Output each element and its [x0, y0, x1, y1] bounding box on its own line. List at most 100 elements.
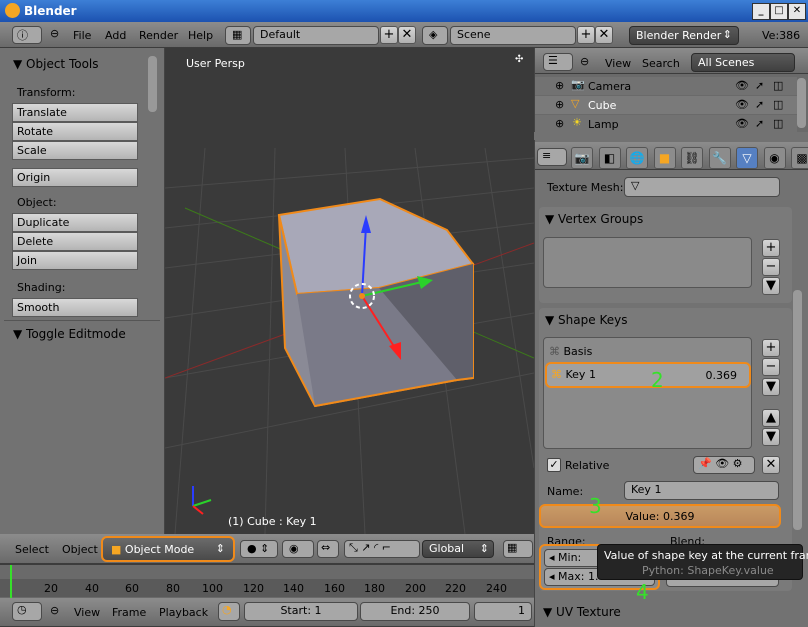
minimize-button[interactable]: _: [752, 3, 770, 20]
value-slider[interactable]: Value: 0.369 3: [539, 494, 781, 528]
layout-add-button[interactable]: +: [380, 26, 398, 44]
menu-file[interactable]: File: [73, 29, 91, 42]
viewport-options-icon[interactable]: ✣: [515, 54, 523, 65]
timeline-menu-view[interactable]: View: [74, 606, 100, 619]
menu-help[interactable]: Help: [188, 29, 213, 42]
scene-icon[interactable]: ◈: [422, 26, 448, 45]
menu-render[interactable]: Render: [139, 29, 178, 42]
shape-key-menu-button[interactable]: ▼: [762, 378, 780, 396]
select-icon[interactable]: ➚: [755, 117, 764, 130]
outliner-row-camera[interactable]: ⊕ 📷 Camera 👁 ➚ ◫: [535, 77, 797, 95]
outliner-collapse-icon[interactable]: ⊖: [580, 55, 589, 68]
pivot-select[interactable]: ◉: [282, 540, 314, 558]
shape-key-row-selected[interactable]: ⌘ Key 1 0.369 2: [545, 362, 751, 392]
outliner-editor-icon[interactable]: ☰: [543, 53, 573, 71]
material-tab-icon[interactable]: ◉: [763, 147, 786, 169]
modifiers-tab-icon[interactable]: 🔧: [708, 147, 731, 169]
delete-button[interactable]: Delete: [12, 232, 138, 251]
layout-field[interactable]: Default: [253, 26, 379, 45]
translate-button[interactable]: Translate: [12, 103, 138, 122]
current-frame-field[interactable]: 1: [474, 602, 532, 621]
editor-type-icon[interactable]: ⓘ: [12, 26, 42, 44]
shelf-scrollbar[interactable]: [148, 56, 157, 112]
shape-key-add-button[interactable]: +: [762, 339, 780, 357]
close-button[interactable]: ✕: [788, 3, 806, 20]
timeline-menu-playback[interactable]: Playback: [159, 606, 208, 619]
layout-remove-button[interactable]: ✕: [398, 26, 416, 44]
expand-icon[interactable]: ⊕: [555, 79, 564, 92]
vertex-group-add-button[interactable]: +: [762, 239, 780, 257]
texture-tab-icon[interactable]: ▩: [791, 147, 808, 169]
properties-editor-icon[interactable]: ≡: [537, 148, 567, 166]
object-mode-select[interactable]: ■ Object Mode ⇕: [101, 536, 235, 562]
vertex-group-remove-button[interactable]: −: [762, 258, 780, 276]
timeline-collapse-icon[interactable]: ⊖: [50, 604, 59, 617]
viewport-3d[interactable]: User Persp ✣ (1) Cube : Key 1 1: [165, 48, 534, 534]
scene-add-button[interactable]: +: [577, 26, 595, 44]
shape-key-move-up-button[interactable]: ▲: [762, 409, 780, 427]
expand-icon[interactable]: ⊕: [555, 98, 564, 111]
texture-mesh-field[interactable]: ▽: [624, 177, 780, 197]
select-icon[interactable]: ➚: [755, 98, 764, 111]
scene-remove-button[interactable]: ✕: [595, 26, 613, 44]
uv-texture-header[interactable]: ▼ UV Texture: [543, 605, 621, 619]
shape-key-remove-button[interactable]: −: [762, 358, 780, 376]
timeline-menu-frame[interactable]: Frame: [112, 606, 146, 619]
relative-checkbox[interactable]: ✓: [547, 458, 561, 472]
end-frame-field[interactable]: End: 250: [360, 602, 470, 621]
world-tab-icon[interactable]: 🌐: [626, 147, 648, 169]
outliner-menu-view[interactable]: View: [605, 57, 631, 70]
render-icon[interactable]: ◫: [773, 117, 783, 130]
menu-add[interactable]: Add: [105, 29, 126, 42]
object-tab-icon[interactable]: ■: [653, 147, 676, 169]
visibility-icon[interactable]: 👁: [735, 117, 749, 130]
visibility-icon[interactable]: 👁: [735, 79, 749, 92]
shape-key-clear-button[interactable]: ✕: [762, 456, 780, 474]
shape-keys-header[interactable]: ▼ Shape Keys: [545, 313, 627, 327]
render-icon[interactable]: ◫: [773, 98, 783, 111]
visibility-icon[interactable]: 👁: [735, 98, 749, 111]
start-frame-field[interactable]: Start: 1: [244, 602, 358, 621]
select-icon[interactable]: ➚: [755, 79, 764, 92]
render-tab-icon[interactable]: 📷: [571, 147, 593, 169]
menu-select[interactable]: Select: [15, 543, 49, 556]
constraints-tab-icon[interactable]: ⛓: [681, 147, 703, 169]
preview-range-toggle[interactable]: ◔: [218, 602, 240, 621]
vertex-groups-header[interactable]: ▼ Vertex Groups: [545, 212, 643, 226]
outliner-menu-search[interactable]: Search: [642, 57, 680, 70]
layout-icon[interactable]: ▦: [225, 26, 251, 45]
toggle-editmode-header[interactable]: ▼ Toggle Editmode: [13, 327, 126, 341]
shading-select[interactable]: ● ⇕: [240, 540, 278, 558]
object-tools-header[interactable]: ▼ Object Tools: [13, 57, 99, 71]
current-frame-marker[interactable]: [10, 565, 12, 599]
shape-key-row[interactable]: ⌘ Basis: [549, 345, 749, 363]
timeline-editor-icon[interactable]: ◷: [12, 602, 42, 621]
name-field[interactable]: Key 1: [624, 481, 779, 500]
maximize-button[interactable]: □: [770, 3, 788, 20]
transform-icons[interactable]: ⤡ ↗ ◜ ⌐: [344, 540, 420, 558]
shape-key-move-down-button[interactable]: ▼: [762, 428, 780, 446]
orientation-select[interactable]: Global ⇕: [422, 540, 494, 558]
vertex-group-menu-button[interactable]: ▼: [762, 277, 780, 295]
scale-button[interactable]: Scale: [12, 141, 138, 160]
duplicate-button[interactable]: Duplicate: [12, 213, 138, 232]
smooth-button[interactable]: Smooth: [12, 298, 138, 317]
scene-field[interactable]: Scene: [450, 26, 576, 45]
outliner-scene-select[interactable]: All Scenes: [691, 53, 795, 72]
outliner-row-cube[interactable]: ⊕ ▽ Cube 👁 ➚ ◫: [535, 96, 797, 114]
data-tab-icon[interactable]: ▽: [736, 147, 758, 169]
join-button[interactable]: Join: [12, 251, 138, 270]
origin-button[interactable]: Origin: [12, 168, 138, 187]
rotate-button[interactable]: Rotate: [12, 122, 138, 141]
shape-key-pin-buttons[interactable]: 📌 👁 ⚙: [693, 456, 755, 474]
render-engine-select[interactable]: Blender Render ⇕: [629, 26, 739, 45]
render-icon[interactable]: ◫: [773, 79, 783, 92]
menu-object[interactable]: Object: [62, 543, 98, 556]
timeline[interactable]: 20 40 60 80 100 120 140 160 180 200 220 …: [0, 564, 534, 599]
layers-tab-icon[interactable]: ◧: [598, 147, 621, 169]
vertex-groups-list[interactable]: [543, 237, 752, 288]
properties-scrollbar[interactable]: [793, 290, 802, 530]
collapse-icon[interactable]: ⊖: [50, 27, 59, 40]
layers-grid[interactable]: ▦: [503, 540, 533, 558]
manipulator-toggle[interactable]: ⇔: [317, 540, 339, 558]
